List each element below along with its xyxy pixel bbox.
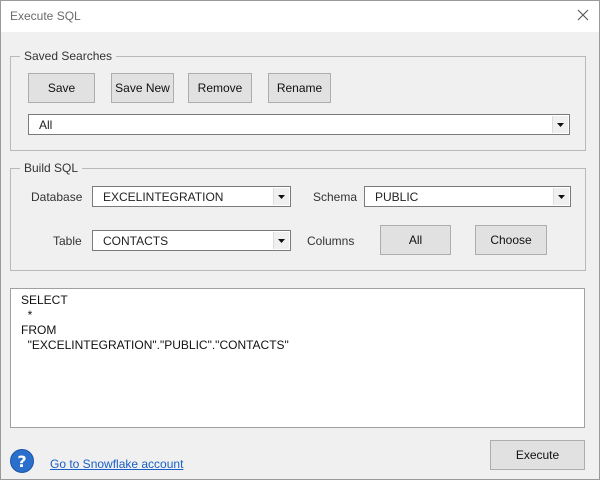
close-button[interactable] [572, 4, 596, 28]
save-button[interactable]: Save [28, 73, 95, 103]
sql-line: * [21, 308, 33, 322]
chevron-down-icon [278, 195, 285, 199]
table-value: CONTACTS [103, 234, 169, 248]
schema-value: PUBLIC [375, 190, 419, 204]
schema-label: Schema [313, 190, 358, 204]
saved-searches-selected: All [39, 118, 53, 132]
build-sql-group: Build SQL [10, 161, 586, 271]
sql-line: "EXCELINTEGRATION"."PUBLIC"."CONTACTS" [21, 338, 289, 352]
choose-columns-button[interactable]: Choose [475, 225, 547, 255]
all-columns-button[interactable]: All [380, 225, 451, 255]
sql-editor[interactable]: SELECT * FROM "EXCELINTEGRATION"."PUBLIC… [10, 288, 585, 428]
window-title: Execute SQL [10, 9, 81, 23]
table-dropdown[interactable]: CONTACTS [92, 230, 291, 251]
columns-label: Columns [307, 234, 355, 248]
save-new-button[interactable]: Save New [111, 73, 174, 103]
saved-searches-group: Saved Searches [10, 49, 586, 151]
table-label: Table [53, 234, 82, 248]
dropdown-arrow[interactable] [552, 116, 568, 133]
execute-button[interactable]: Execute [490, 440, 585, 470]
saved-searches-legend: Saved Searches [20, 49, 117, 63]
snowflake-account-link[interactable]: Go to Snowflake account [50, 457, 183, 471]
dropdown-arrow[interactable] [553, 188, 569, 205]
sql-line: FROM [21, 323, 57, 337]
chevron-down-icon [558, 195, 565, 199]
build-sql-legend: Build SQL [20, 161, 83, 175]
execute-sql-dialog: Execute SQL Saved Searches Save Save New… [0, 0, 600, 480]
remove-button[interactable]: Remove [188, 73, 252, 103]
saved-searches-dropdown[interactable]: All [28, 114, 570, 135]
chevron-down-icon [557, 123, 564, 127]
rename-button[interactable]: Rename [268, 73, 331, 103]
database-dropdown[interactable]: EXCELINTEGRATION [92, 186, 291, 207]
dropdown-arrow[interactable] [273, 188, 289, 205]
dropdown-arrow[interactable] [273, 232, 289, 249]
sql-line: SELECT [21, 293, 68, 307]
schema-dropdown[interactable]: PUBLIC [364, 186, 571, 207]
close-icon [577, 9, 589, 21]
chevron-down-icon [278, 239, 285, 243]
title-bar: Execute SQL [1, 1, 599, 32]
database-value: EXCELINTEGRATION [103, 190, 224, 204]
help-icon[interactable]: ? [10, 449, 34, 473]
database-label: Database [31, 190, 83, 204]
